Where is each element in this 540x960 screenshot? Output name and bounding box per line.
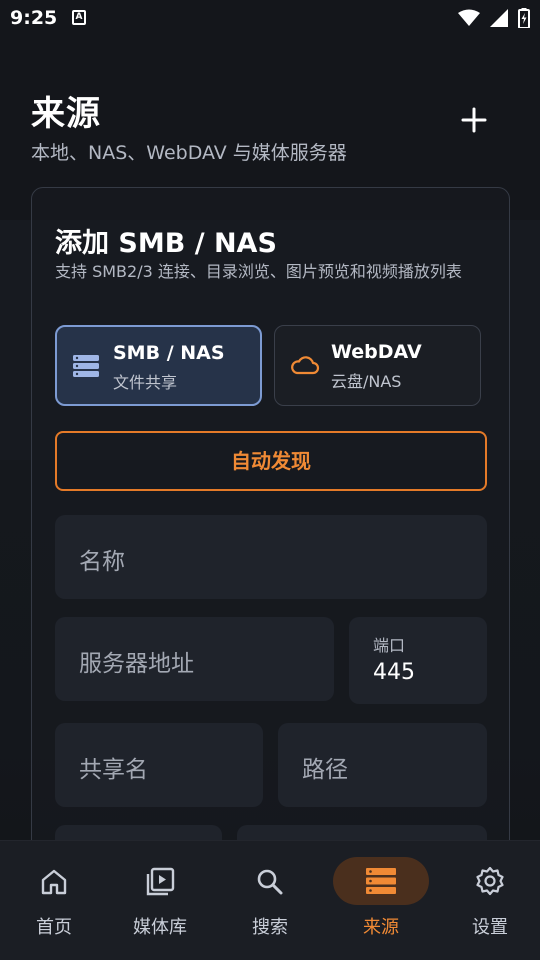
nav-item-media-library[interactable]: 媒体库 <box>106 841 214 960</box>
add-source-button[interactable] <box>454 100 494 140</box>
server-address-field[interactable]: 服务器地址 <box>55 617 334 701</box>
type-option-webdav[interactable]: WebDAV 云盘/NAS <box>274 325 481 406</box>
nav-label: 设置 <box>472 917 508 938</box>
nav-item-search[interactable]: 搜索 <box>216 841 324 960</box>
system-icons <box>458 8 530 28</box>
server-address-placeholder: 服务器地址 <box>79 651 194 677</box>
wifi-icon <box>458 9 480 26</box>
bottom-navigation: 首页 媒体库 搜索 来源 设置 <box>0 840 540 960</box>
signal-icon <box>490 9 508 27</box>
name-placeholder: 名称 <box>79 549 125 575</box>
notification-icon: A <box>72 10 86 25</box>
nav-label: 首页 <box>36 917 72 938</box>
server-icon <box>73 355 99 377</box>
share-name-placeholder: 共享名 <box>79 757 148 783</box>
port-label: 端口 <box>373 636 406 655</box>
sources-screen: 9:25 A 来源 本地、NAS、WebDAV 与媒体服务器 添加 SMB / … <box>0 0 540 960</box>
media-library-icon <box>146 867 175 896</box>
type-option-smb[interactable]: SMB / NAS 文件共享 <box>55 325 262 406</box>
search-icon <box>257 869 283 895</box>
battery-icon <box>518 8 530 28</box>
page-title: 来源 <box>31 94 101 134</box>
sources-icon <box>366 868 396 894</box>
settings-icon <box>476 866 504 896</box>
type-option-sub: 云盘/NAS <box>331 372 402 391</box>
plus-icon <box>461 107 487 133</box>
status-bar: 9:25 A <box>0 0 540 38</box>
add-smb-card: 添加 SMB / NAS 支持 SMB2/3 连接、目录浏览、图片预览和视频播放… <box>31 187 510 907</box>
status-time: 9:25 <box>10 7 58 29</box>
nav-label: 搜索 <box>252 917 288 938</box>
type-option-sub: 文件共享 <box>113 373 178 392</box>
share-name-field[interactable]: 共享名 <box>55 723 263 807</box>
nav-item-settings[interactable]: 设置 <box>436 841 540 960</box>
auto-discover-button[interactable]: 自动发现 <box>55 431 487 491</box>
nav-item-home[interactable]: 首页 <box>0 841 108 960</box>
card-title: 添加 SMB / NAS <box>55 228 277 259</box>
path-field[interactable]: 路径 <box>278 723 487 807</box>
nav-label: 来源 <box>363 917 399 938</box>
port-field[interactable]: 端口 445 <box>349 617 487 704</box>
page-subtitle: 本地、NAS、WebDAV 与媒体服务器 <box>31 142 347 164</box>
cloud-icon <box>291 356 320 375</box>
home-icon <box>41 869 67 895</box>
path-placeholder: 路径 <box>302 757 348 783</box>
type-option-label: SMB / NAS <box>113 342 225 364</box>
nav-item-sources[interactable]: 来源 <box>327 841 435 960</box>
name-field[interactable]: 名称 <box>55 515 487 599</box>
port-value: 445 <box>373 660 415 685</box>
type-option-label: WebDAV <box>331 341 422 363</box>
nav-label: 媒体库 <box>133 917 187 938</box>
card-description: 支持 SMB2/3 连接、目录浏览、图片预览和视频播放列表 <box>55 262 462 281</box>
